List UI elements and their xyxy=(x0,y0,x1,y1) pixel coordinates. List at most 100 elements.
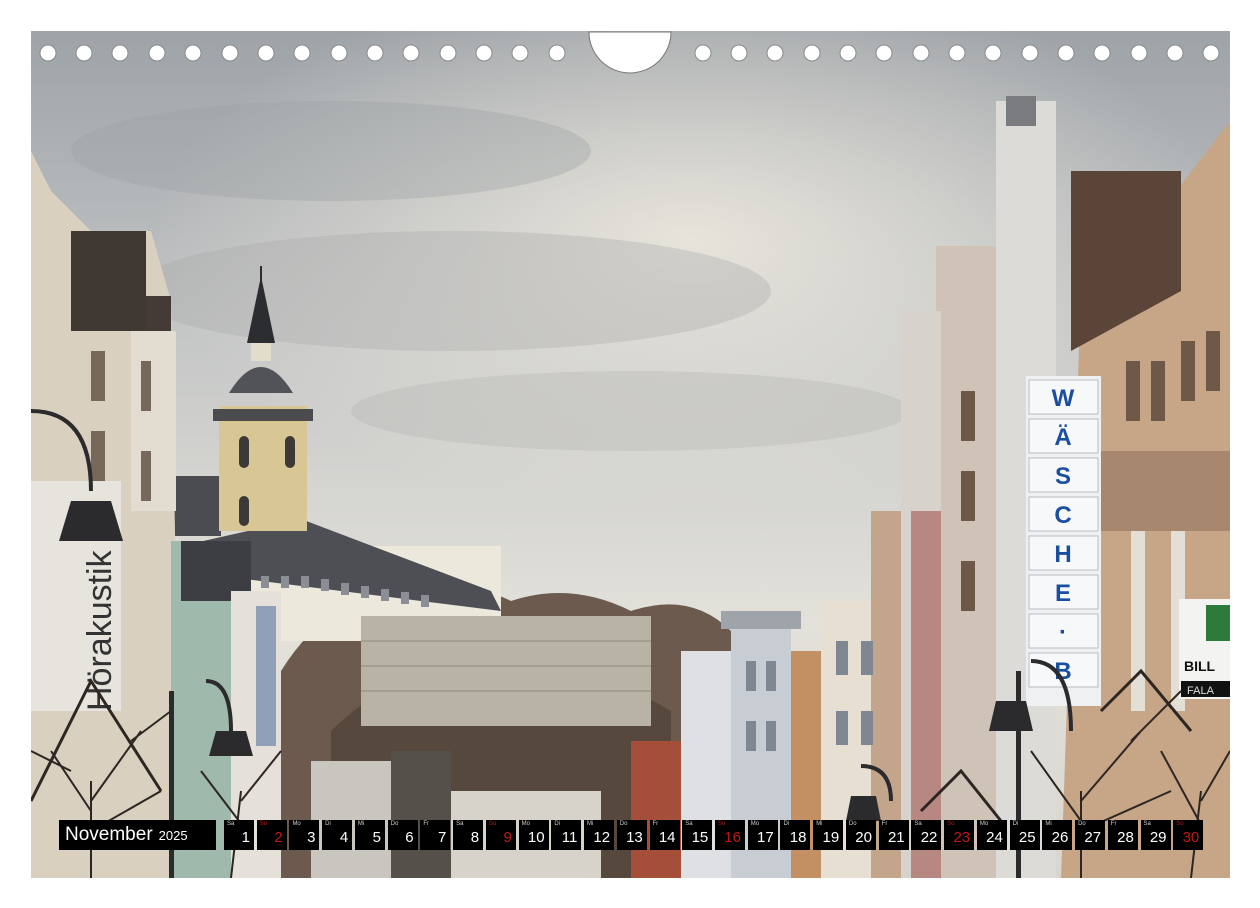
day-number: 16 xyxy=(724,829,741,846)
weekday-label: Do xyxy=(1078,821,1086,827)
weekday-label: So xyxy=(259,821,268,827)
weekday-label: Di xyxy=(783,821,790,827)
weekday-label: Mi xyxy=(1045,821,1052,827)
weekday-label: So xyxy=(947,821,955,827)
month-name: November xyxy=(65,824,153,845)
day-cell: Di 18 xyxy=(780,820,811,850)
day-number: 19 xyxy=(822,829,840,846)
day-number: 5 xyxy=(372,829,381,846)
day-cell: So 23 xyxy=(944,820,975,850)
day-cell: So 9 xyxy=(485,820,516,850)
weekday-label: Mo xyxy=(979,821,989,827)
sign-letter: H xyxy=(1054,541,1071,568)
day-cell: Fr 7 xyxy=(420,820,451,850)
waesche-vertical-sign: WÄSCHE·B xyxy=(1026,376,1101,706)
weekday-label: Di xyxy=(554,821,560,827)
day-number: 10 xyxy=(527,829,545,846)
day-number: 27 xyxy=(1084,829,1102,846)
sign-letter: C xyxy=(1054,502,1071,529)
weekday-label: Mi xyxy=(587,821,594,827)
calendar-photo: W Ä S C H E · B BILL FALA Hörakustik xyxy=(31,31,1230,878)
sign-letter: S xyxy=(1055,463,1071,490)
day-cell: Mo 3 xyxy=(289,820,320,850)
weekday-label: Sa xyxy=(226,821,235,827)
weekday-label: Fr xyxy=(423,821,430,827)
day-number: 6 xyxy=(405,829,414,846)
day-number: 7 xyxy=(438,829,447,846)
day-number: 14 xyxy=(658,829,676,846)
day-number: 13 xyxy=(626,829,643,846)
weekday-label: Do xyxy=(619,821,628,827)
day-cell: Fr 21 xyxy=(878,820,909,850)
weekday-label: So xyxy=(717,821,726,827)
day-number: 26 xyxy=(1051,829,1069,846)
day-cell: Mo 10 xyxy=(518,820,549,850)
weekday-label: Mi xyxy=(357,821,365,827)
day-cell: So 2 xyxy=(256,820,287,850)
day-cell: Sa 15 xyxy=(682,820,713,850)
day-number: 9 xyxy=(503,829,512,846)
weekday-label: Di xyxy=(1012,821,1019,827)
weekday-label: Sa xyxy=(685,821,693,827)
day-cell: Do 20 xyxy=(845,820,876,850)
day-number: 21 xyxy=(887,829,905,846)
day-cell: Do 13 xyxy=(616,820,647,850)
calendar-strip: November 2025 Sa 1 So 2 Mo 3 Di 4 Mi 5 Do 6 Fr 7 Sa 8 So… xyxy=(59,820,1206,850)
weekday-label: Mi xyxy=(816,821,823,827)
sign-letter: W xyxy=(1052,385,1075,412)
day-number: 22 xyxy=(920,829,938,846)
weekday-label: So xyxy=(488,821,497,827)
weekday-label: Fr xyxy=(881,821,888,827)
day-cell: Do 27 xyxy=(1075,820,1106,850)
day-cell: Mi 12 xyxy=(584,820,615,850)
day-number: 30 xyxy=(1182,829,1200,846)
day-cell: Mi 5 xyxy=(354,820,385,850)
svg-text:FALA: FALA xyxy=(1187,685,1215,697)
day-cells: Sa 1 So 2 Mo 3 Di 4 Mi 5 Do 6 Fr 7 Sa 8 So 9 Mo 10 Di 11 Mi 12 D… xyxy=(223,820,1206,850)
day-number: 20 xyxy=(855,829,872,846)
day-number: 12 xyxy=(593,829,611,846)
day-number: 25 xyxy=(1018,829,1036,846)
weekday-label: Do xyxy=(848,821,857,827)
day-cell: Mi 19 xyxy=(813,820,844,850)
day-cell: Sa 8 xyxy=(453,820,484,850)
day-number: 1 xyxy=(241,829,250,846)
day-cell: Di 25 xyxy=(1009,820,1040,850)
svg-text:BILL: BILL xyxy=(1184,658,1216,674)
day-cell: Do 6 xyxy=(387,820,418,850)
day-cell: Sa 29 xyxy=(1140,820,1171,850)
sign-letter: Ä xyxy=(1054,424,1071,451)
weekday-label: Sa xyxy=(914,821,922,827)
weekday-label: Mo xyxy=(292,821,301,827)
day-number: 4 xyxy=(339,829,349,846)
sign-letter: · xyxy=(1059,619,1067,646)
day-number: 3 xyxy=(307,829,316,846)
day-cell: So 16 xyxy=(714,820,745,850)
sign-letter: E xyxy=(1055,580,1071,607)
day-number: 8 xyxy=(470,829,480,846)
weekday-label: Sa xyxy=(456,821,464,827)
weekday-label: Mo xyxy=(750,821,760,827)
day-cell: Di 4 xyxy=(322,820,353,850)
weekday-label: Di xyxy=(325,821,331,827)
day-cell: Mo 24 xyxy=(976,820,1007,850)
shop-sign-right: BILL FALA xyxy=(1179,599,1230,699)
weekday-label: Mo xyxy=(521,821,530,827)
month-label: November 2025 xyxy=(59,820,216,850)
weekday-label: Sa xyxy=(1143,821,1151,827)
weekday-label: So xyxy=(1176,821,1184,827)
weekday-label: Fr xyxy=(1110,821,1117,827)
year-label: 2025 xyxy=(158,828,188,843)
day-cell: Di 11 xyxy=(551,820,582,850)
day-cell: Sa 1 xyxy=(223,820,254,850)
weekday-label: Fr xyxy=(652,821,659,827)
day-number: 2 xyxy=(274,829,283,846)
day-number: 29 xyxy=(1149,829,1167,846)
day-number: 11 xyxy=(561,829,578,846)
day-cell: Fr 28 xyxy=(1107,820,1138,850)
day-cell: So 30 xyxy=(1173,820,1204,850)
weekday-label: Do xyxy=(390,821,399,827)
day-cell: Mo 17 xyxy=(747,820,778,850)
day-number: 24 xyxy=(986,829,1003,846)
day-number: 17 xyxy=(757,829,774,846)
